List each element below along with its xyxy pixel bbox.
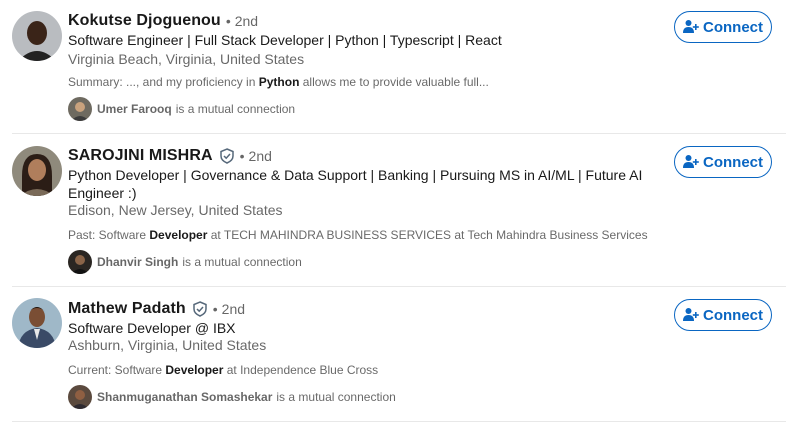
verified-shield-icon [192, 301, 208, 317]
profile-summary: Summary: ..., and my proficiency in Pyth… [68, 75, 489, 89]
connection-degree: • 2nd [239, 148, 272, 164]
profile-name-link[interactable]: Kokutse Djoguenou [68, 12, 221, 30]
result-divider [12, 421, 786, 422]
profile-location: Ashburn, Virginia, United States [68, 337, 267, 353]
connect-button[interactable]: Connect [674, 11, 772, 43]
profile-headline: Python Developer | Governance & Data Sup… [68, 167, 643, 201]
connect-button[interactable]: Connect [674, 146, 772, 178]
verified-shield-icon [219, 148, 235, 164]
profile-location: Virginia Beach, Virginia, United States [68, 51, 305, 67]
search-result-1: Kokutse Djoguenou • 2nd Software Engineer… [0, 0, 786, 134]
mutual-connection[interactable]: Umer Farooq is a mutual connection [68, 97, 295, 121]
profile-name-link[interactable]: SAROJINI MISHRA [68, 147, 213, 165]
connect-button[interactable]: Connect [674, 299, 772, 331]
mutual-avatar [68, 250, 92, 274]
add-person-icon [683, 19, 699, 35]
profile-avatar[interactable] [12, 146, 62, 196]
mutual-connection[interactable]: Shanmuganathan Somashekar is a mutual con… [68, 385, 396, 409]
search-result-3: Mathew Padath • 2nd Software Developer @ … [0, 287, 786, 422]
mutual-avatar [68, 385, 92, 409]
profile-headline: Software Engineer | Full Stack Developer… [68, 32, 502, 48]
profile-headline: Software Developer @ IBX [68, 320, 236, 336]
profile-avatar[interactable] [12, 298, 62, 348]
search-result-2: SAROJINI MISHRA • 2nd Python Developer | … [0, 134, 786, 287]
add-person-icon [683, 154, 699, 170]
mutual-connection[interactable]: Dhanvir Singh is a mutual connection [68, 250, 302, 274]
profile-location: Edison, New Jersey, United States [68, 202, 283, 218]
mutual-avatar [68, 97, 92, 121]
profile-summary: Past: Software Developer at TECH MAHINDR… [68, 228, 648, 242]
profile-name-link[interactable]: Mathew Padath [68, 300, 186, 318]
connection-degree: • 2nd [212, 301, 246, 317]
connection-degree: • 2nd [225, 13, 259, 29]
profile-summary: Current: Software Developer at Independe… [68, 363, 379, 377]
add-person-icon [683, 307, 699, 323]
profile-avatar[interactable] [12, 11, 62, 61]
